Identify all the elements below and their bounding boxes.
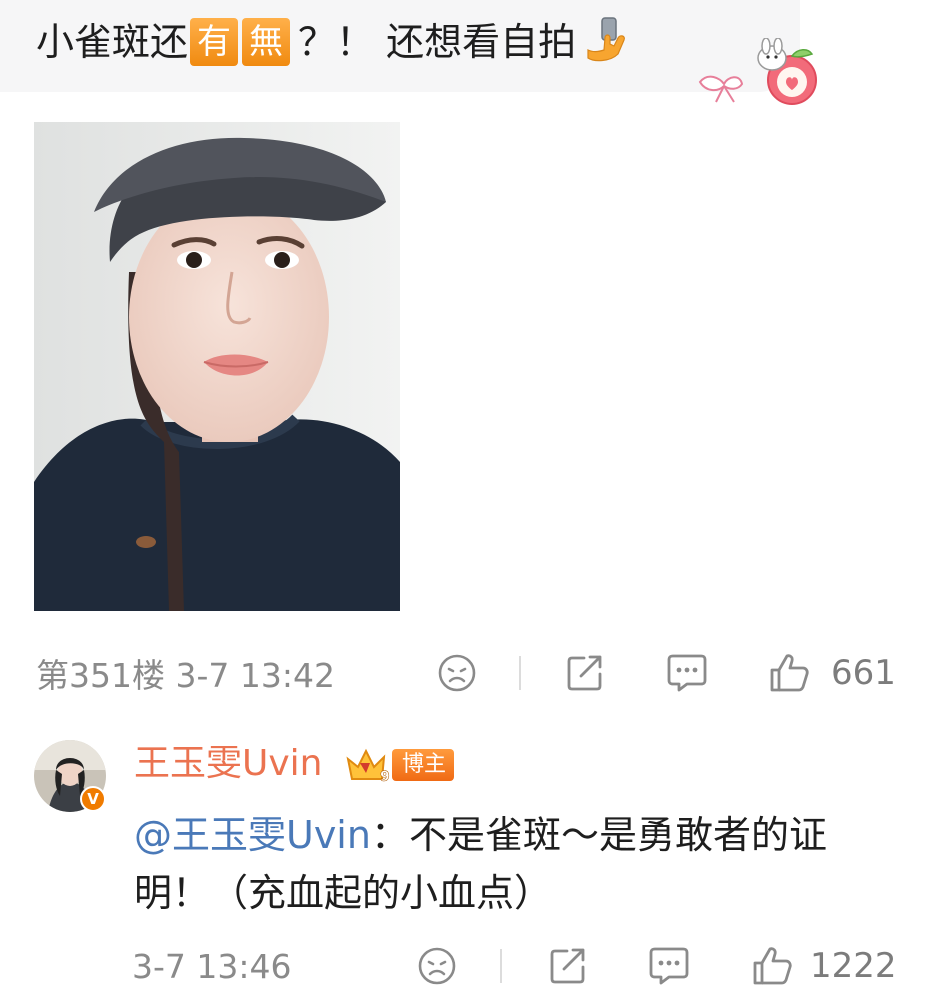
role-badge: 博主 <box>392 749 455 781</box>
meta-divider <box>500 949 502 983</box>
comment-text: 小雀斑还 有 無 ？！ 还想看自拍 <box>36 16 630 68</box>
selfie-photo[interactable] <box>34 122 400 611</box>
comment-icon[interactable] <box>664 651 710 695</box>
reply-text: @王玉雯Uvin：不是雀斑～是勇敢者的证明！（充血起的小血点） <box>134 806 894 922</box>
floor-time: 第351楼 3-7 13:42 <box>36 656 335 695</box>
like-thumb-icon[interactable] <box>767 651 811 695</box>
tag-wu: 無 <box>242 18 291 66</box>
like-thumb-icon[interactable] <box>750 944 794 988</box>
selfie-emoji-icon <box>580 16 630 68</box>
mention-link[interactable]: @王玉雯Uvin <box>134 813 371 857</box>
level-number: 9 <box>380 769 390 785</box>
comment-text-suffix: ？！ 还想看自拍 <box>298 20 577 64</box>
level-crown-icon: 9 <box>344 745 398 785</box>
reply-like-count: 1222 <box>810 946 897 986</box>
comment-icon[interactable] <box>646 944 692 988</box>
like-count: 661 <box>831 653 896 693</box>
post-meta-row: 第351楼 3-7 13:42 661 <box>0 643 928 703</box>
meta-divider <box>519 656 521 690</box>
share-icon[interactable] <box>546 944 590 988</box>
share-icon[interactable] <box>563 651 607 695</box>
verified-badge-icon: V <box>80 786 106 812</box>
dislike-face-icon[interactable] <box>436 652 478 694</box>
tag-you: 有 <box>190 18 239 66</box>
reply-username[interactable]: 王玉雯Uvin <box>134 738 322 790</box>
dislike-face-icon[interactable] <box>416 945 458 987</box>
reply-meta-row: 3-7 13:46 1222 <box>0 936 928 996</box>
comment-text-prefix: 小雀斑还 <box>36 20 189 64</box>
bunny-apple-sticker <box>694 37 824 106</box>
reply-time: 3-7 13:46 <box>132 946 292 986</box>
